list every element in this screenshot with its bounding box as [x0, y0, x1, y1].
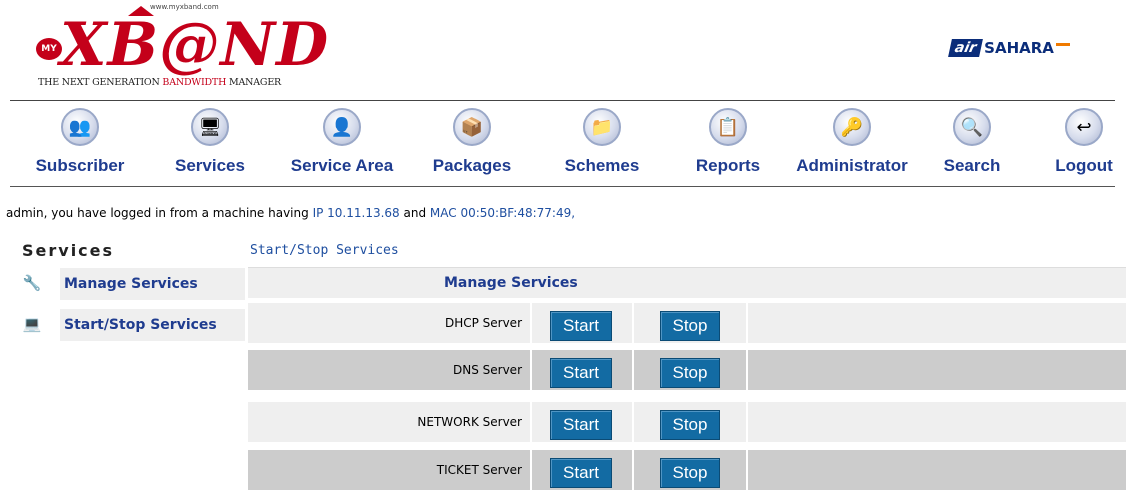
start-cell: Start: [534, 303, 634, 343]
logo-tagline: THE NEXT GENERATION BANDWIDTH MANAGER: [38, 77, 282, 88]
start-cell: Start: [534, 350, 634, 390]
login-info: admin, you have logged in from a machine…: [6, 206, 576, 220]
sidebar-item-label[interactable]: Start/Stop Services: [60, 309, 245, 341]
nav-item-packages[interactable]: 📦 Packages: [412, 108, 532, 176]
nav-item-administrator[interactable]: 🔑 Administrator: [792, 108, 912, 176]
start-button[interactable]: Start: [550, 410, 612, 440]
table-row: NETWORK Server Start Stop: [248, 402, 1126, 442]
stop-cell: Stop: [634, 303, 748, 343]
nav-label[interactable]: Logout: [1024, 156, 1128, 176]
nav-divider: [10, 186, 1115, 187]
nav-item-service-area[interactable]: 👤 Service Area: [282, 108, 402, 176]
stop-cell: Stop: [634, 350, 748, 390]
nav-label[interactable]: Packages: [412, 156, 532, 176]
reports-icon[interactable]: 📋: [709, 108, 747, 146]
partner-flag-mark: [1055, 42, 1070, 46]
table-row: DHCP Server Start Stop: [248, 303, 1126, 343]
stop-button[interactable]: Stop: [660, 311, 720, 341]
breadcrumb[interactable]: Start/Stop Services: [250, 243, 399, 258]
service-area-icon[interactable]: 👤: [323, 108, 361, 146]
nav-label[interactable]: Subscriber: [20, 156, 140, 176]
nav-label[interactable]: Reports: [668, 156, 788, 176]
nav-label[interactable]: Services: [150, 156, 270, 176]
login-mac: MAC 00:50:BF:48:77:49,: [429, 206, 576, 220]
partner-name: SAHARA: [984, 39, 1054, 57]
sidebar-item-start-stop-services[interactable]: 💻 Start/Stop Services: [18, 309, 245, 341]
search-icon[interactable]: 🔍: [953, 108, 991, 146]
nav-label[interactable]: Administrator: [792, 156, 912, 176]
logo-wordmark: XB@ND: [60, 10, 330, 80]
stop-button[interactable]: Stop: [660, 410, 720, 440]
nav-label[interactable]: Search: [912, 156, 1032, 176]
start-button[interactable]: Start: [550, 311, 612, 341]
nav-item-subscriber[interactable]: 👥 Subscriber: [20, 108, 140, 176]
table-row: TICKET Server Start Stop: [248, 450, 1126, 490]
services-icon[interactable]: 🖥: [191, 108, 229, 146]
start-cell: Start: [534, 402, 634, 442]
nav-item-reports[interactable]: 📋 Reports: [668, 108, 788, 176]
logout-icon[interactable]: ↩: [1065, 108, 1103, 146]
start-cell: Start: [534, 450, 634, 490]
schemes-icon[interactable]: 📁: [583, 108, 621, 146]
logo-my-badge: MY: [36, 38, 62, 60]
start-button[interactable]: Start: [550, 358, 612, 388]
nav-label[interactable]: Schemes: [542, 156, 662, 176]
stop-cell: Stop: [634, 402, 748, 442]
nav-item-services[interactable]: 🖥 Services: [150, 108, 270, 176]
subscriber-icon[interactable]: 👥: [61, 108, 99, 146]
monitor-icon: 💻: [22, 315, 42, 333]
sidebar-title: Services: [22, 241, 115, 260]
nav-item-search[interactable]: 🔍 Search: [912, 108, 1032, 176]
sidebar-item-manage-services[interactable]: 🔧 Manage Services: [18, 268, 245, 300]
service-name: DNS Server: [248, 350, 532, 390]
sidebar-item-label[interactable]: Manage Services: [60, 268, 245, 300]
stop-cell: Stop: [634, 450, 748, 490]
service-name: TICKET Server: [248, 450, 532, 490]
administrator-icon[interactable]: 🔑: [833, 108, 871, 146]
manage-services-icon: 🔧: [22, 274, 42, 292]
air-sahara-logo: air SAHARA: [948, 37, 1070, 59]
panel-header: Manage Services: [248, 267, 1126, 298]
table-row: DNS Server Start Stop: [248, 350, 1126, 390]
packages-icon[interactable]: 📦: [453, 108, 491, 146]
panel-title: Manage Services: [444, 275, 578, 291]
nav-label[interactable]: Service Area: [282, 156, 402, 176]
start-button[interactable]: Start: [550, 458, 612, 488]
nav-item-logout[interactable]: ↩ Logout: [1024, 108, 1128, 176]
header-divider: [10, 100, 1115, 101]
stop-button[interactable]: Stop: [660, 458, 720, 488]
nav-item-schemes[interactable]: 📁 Schemes: [542, 108, 662, 176]
partner-air-mark: air: [948, 39, 984, 57]
service-name: DHCP Server: [248, 303, 532, 343]
login-ip: IP 10.11.13.68: [312, 206, 400, 220]
stop-button[interactable]: Stop: [660, 358, 720, 388]
service-name: NETWORK Server: [248, 402, 532, 442]
